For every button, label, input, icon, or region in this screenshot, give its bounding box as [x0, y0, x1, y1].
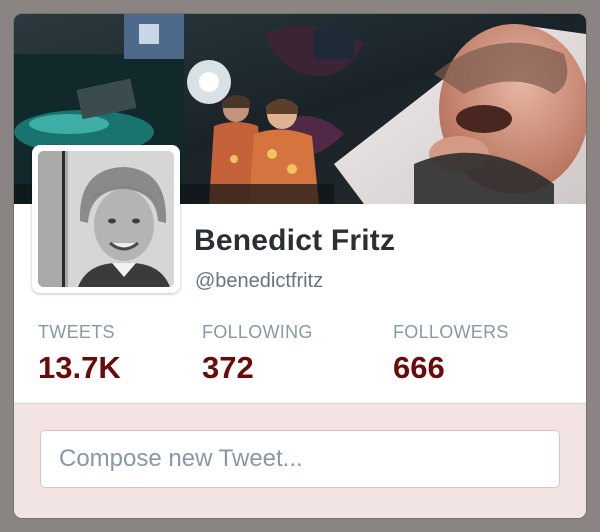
compose-tweet-input[interactable]	[40, 430, 560, 488]
profile-card: Benedict Fritz @benedictfritz TWEETS 13.…	[14, 14, 586, 518]
stat-following-label: FOLLOWING	[202, 322, 313, 342]
stat-tweets-label: TWEETS	[38, 322, 115, 342]
avatar[interactable]	[38, 151, 174, 287]
avatar-frame[interactable]	[32, 145, 180, 293]
profile-name[interactable]: Benedict Fritz	[194, 224, 395, 258]
compose-area	[14, 403, 586, 518]
stat-following[interactable]: FOLLOWING 372	[202, 320, 313, 388]
stat-tweets-value: 13.7K	[38, 350, 121, 385]
stat-followers-label: FOLLOWERS	[393, 322, 509, 342]
stat-followers-value: 666	[393, 350, 445, 385]
stat-tweets[interactable]: TWEETS 13.7K	[38, 320, 121, 388]
profile-handle[interactable]: @benedictfritz	[195, 270, 323, 293]
stat-following-value: 372	[202, 350, 254, 385]
stat-followers[interactable]: FOLLOWERS 666	[393, 320, 509, 388]
profile-stats: TWEETS 13.7K FOLLOWING 372 FOLLOWERS 666	[38, 320, 578, 400]
